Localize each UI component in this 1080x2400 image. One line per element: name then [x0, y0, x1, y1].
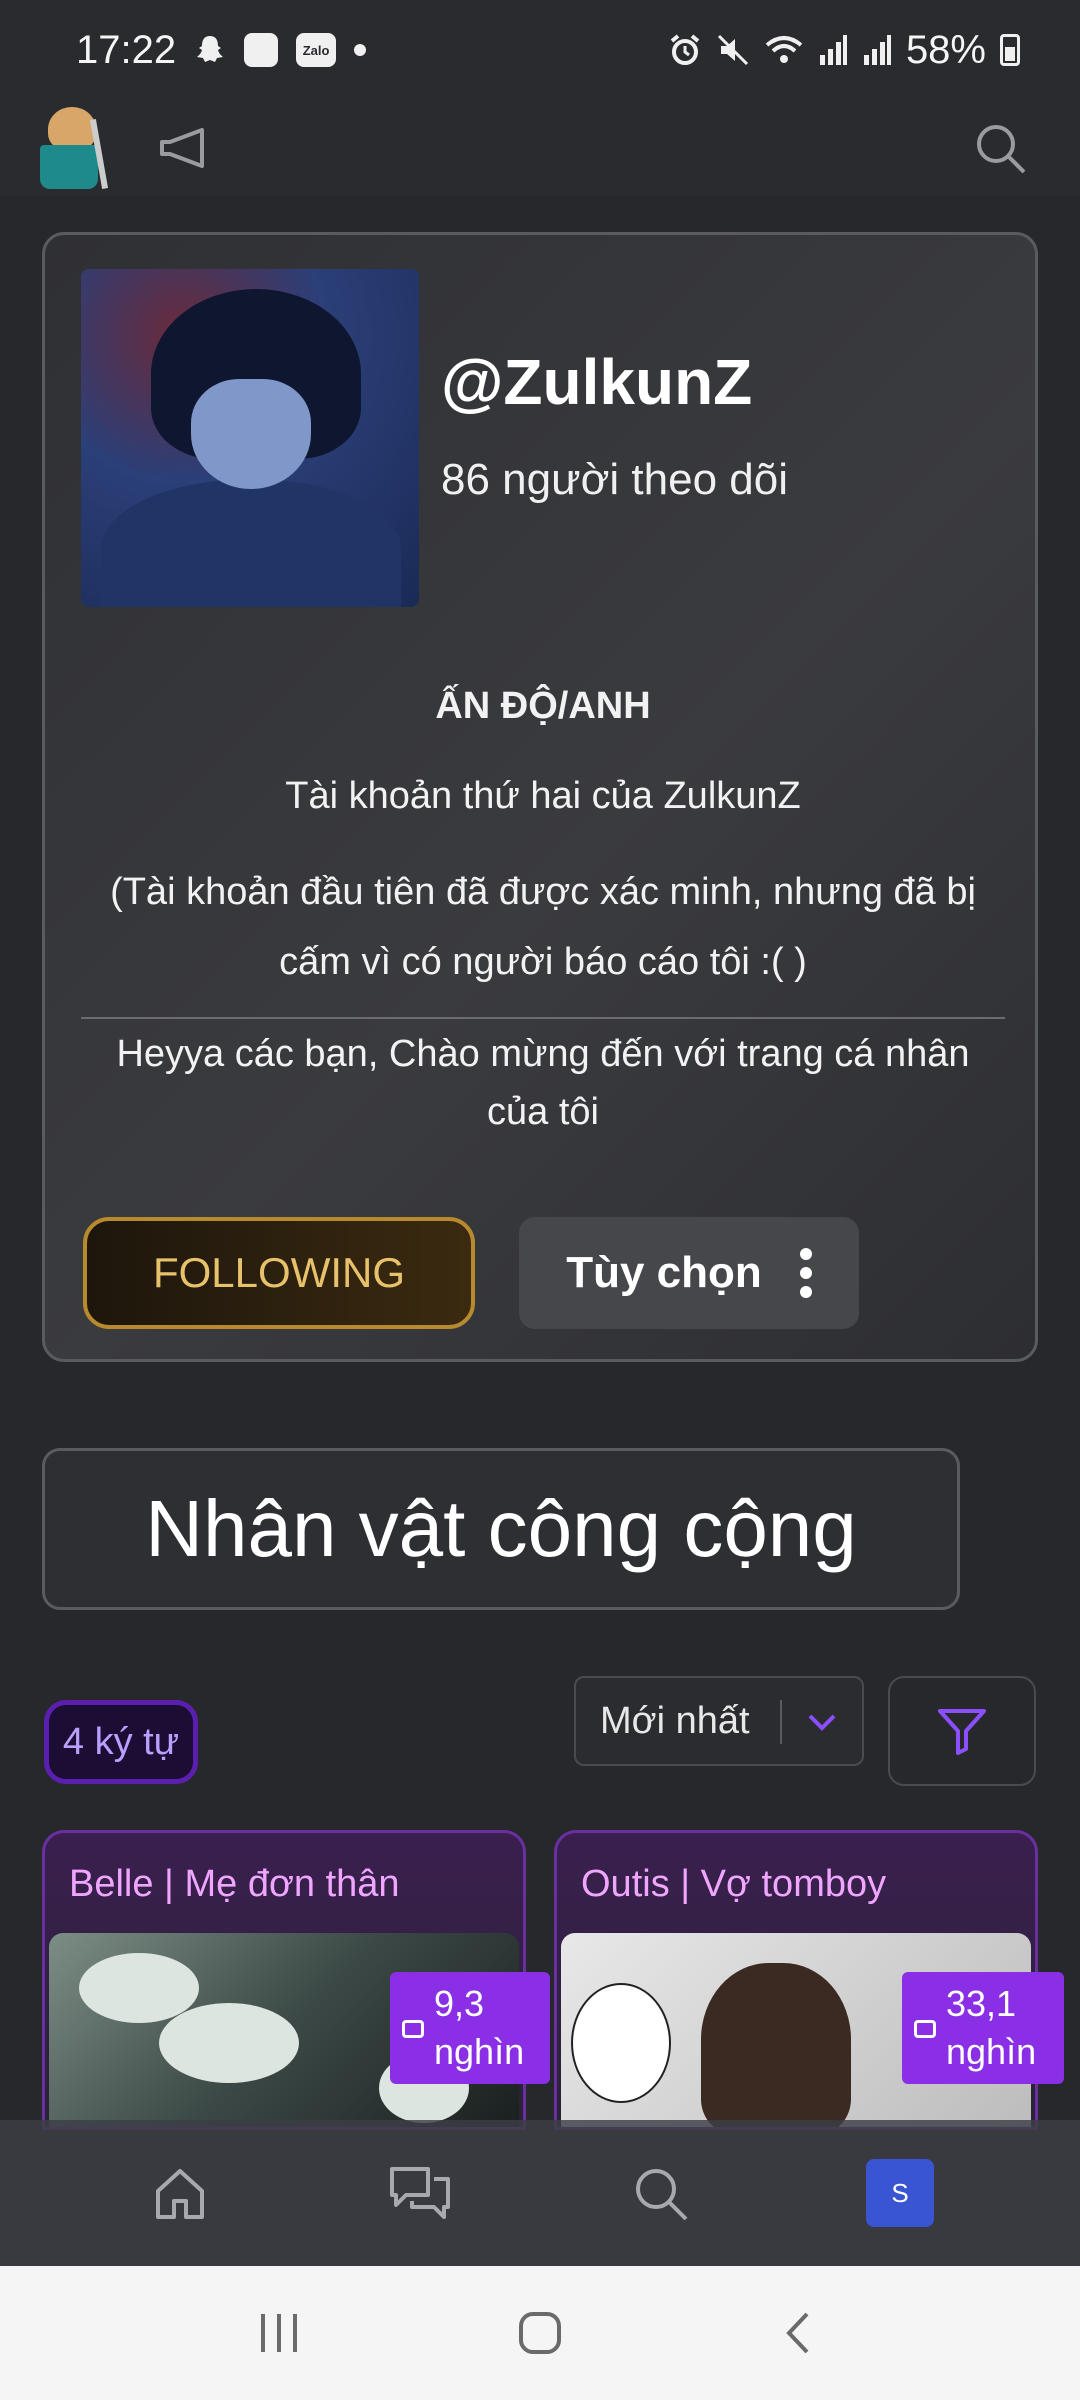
battery-percent: 58%	[905, 27, 986, 72]
bottom-nav: S	[0, 2120, 1080, 2266]
following-button[interactable]: FOLLOWING	[83, 1217, 475, 1329]
mute-icon	[717, 34, 748, 66]
megaphone-icon[interactable]	[156, 122, 208, 174]
filter-icon	[938, 1709, 986, 1755]
bio-title: ẤN ĐỘ/ANH	[435, 685, 651, 727]
logo-icon[interactable]	[36, 105, 116, 191]
chat-count-badge: 33,1 nghìn	[902, 1972, 1064, 2084]
sort-select-value: Mới nhất	[600, 1699, 750, 1742]
status-bar-left: 17:22 Zalo	[76, 27, 367, 73]
following-button-label: FOLLOWING	[152, 1249, 406, 1296]
profile-icon: S	[866, 2159, 934, 2227]
status-bar-right: 58%	[668, 28, 1020, 73]
follower-count[interactable]: 86 người theo dõi	[441, 455, 788, 505]
status-bar: 17:22 Zalo 58%	[0, 0, 1080, 100]
nav-home[interactable]	[135, 2148, 225, 2238]
bio-line: Heyya các bạn, Chào mừng đến với trang c…	[116, 1033, 970, 1133]
nav-search[interactable]	[615, 2148, 705, 2238]
recent-apps-button[interactable]	[240, 2293, 320, 2373]
wifi-icon	[765, 36, 803, 63]
profile-card: @ZulkunZ 86 người theo dõi ẤN ĐỘ/ANH Tài…	[42, 232, 1038, 1362]
messenger-icon	[244, 33, 279, 67]
nav-chats[interactable]	[375, 2148, 465, 2238]
back-button[interactable]	[760, 2293, 840, 2373]
sort-select[interactable]: Mới nhất	[574, 1676, 864, 1766]
section-title-text: Nhân vật công cộng	[145, 1484, 857, 1573]
home-icon	[156, 2169, 204, 2219]
filter-button[interactable]	[888, 1676, 1036, 1786]
snapchat-icon	[197, 36, 224, 62]
character-count-badge: 4 ký tự	[44, 1700, 198, 1784]
chat-count-value: 9,3	[434, 1983, 485, 2024]
chat-count-unit: nghìn	[946, 2031, 1037, 2072]
app-bar-left	[36, 105, 208, 191]
recent-apps-icon	[261, 2314, 297, 2352]
profile-initial: S	[891, 2177, 909, 2208]
chat-icon	[390, 2167, 450, 2219]
options-button[interactable]: Tùy chọn	[519, 1217, 859, 1329]
battery-icon	[1000, 34, 1020, 66]
more-vertical-icon	[799, 1248, 812, 1298]
home-button[interactable]	[500, 2293, 580, 2373]
sort-divider	[780, 1700, 782, 1744]
chat-count-unit: nghìn	[434, 2031, 525, 2072]
chat-count-badge: 9,3 nghìn	[390, 1972, 550, 2084]
bio-divider	[81, 1017, 1005, 1019]
bio-line: Tài khoản thứ hai của ZulkunZ	[285, 775, 801, 817]
chat-icon	[402, 2020, 424, 2038]
avatar[interactable]	[81, 269, 419, 607]
character-name: Outis | Vợ tomboy	[581, 1863, 887, 1905]
bio-line: (Tài khoản đầu tiên đã được xác minh, nh…	[110, 871, 976, 983]
app-bar	[0, 100, 1080, 196]
search-icon[interactable]	[972, 120, 1028, 176]
signal-icon	[863, 35, 891, 65]
search-icon	[636, 2169, 688, 2221]
profile-username: @ZulkunZ	[441, 346, 753, 418]
chat-icon	[914, 2020, 936, 2038]
options-button-label: Tùy chọn	[566, 1248, 762, 1297]
signal-icon	[819, 35, 847, 65]
dot-icon	[354, 44, 367, 56]
chat-count-value: 33,1	[946, 1983, 1017, 2024]
nav-profile[interactable]: S	[855, 2148, 945, 2238]
alarm-icon	[670, 34, 700, 65]
back-icon	[786, 2312, 809, 2354]
zalo-icon: Zalo	[296, 33, 337, 67]
character-name: Belle | Mẹ đơn thân	[69, 1863, 400, 1905]
character-count-text: 4 ký tự	[62, 1720, 180, 1763]
system-nav-bar	[0, 2266, 1080, 2400]
home-circle-icon	[519, 2312, 561, 2354]
status-time: 17:22	[76, 27, 177, 72]
chevron-down-icon	[808, 1714, 836, 1731]
section-title: Nhân vật công cộng	[42, 1448, 960, 1610]
